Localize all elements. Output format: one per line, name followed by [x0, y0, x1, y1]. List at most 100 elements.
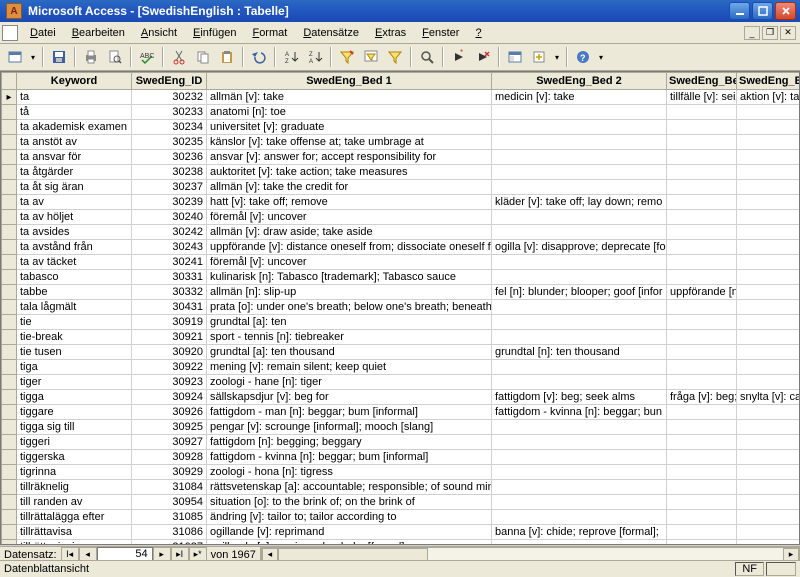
row-selector[interactable] — [2, 150, 17, 165]
cell-b4[interactable] — [737, 255, 800, 270]
row-selector[interactable] — [2, 315, 17, 330]
table-row[interactable]: ▸ta30232allmän [v]: takemedicin [v]: tak… — [2, 90, 800, 105]
cell-b3[interactable]: uppförande [n]: — [667, 285, 737, 300]
cell-b1[interactable]: ändring [v]: tailor to; tailor according… — [207, 510, 492, 525]
cell-b3[interactable] — [667, 495, 737, 510]
cell-b4[interactable] — [737, 180, 800, 195]
cell-kw[interactable]: ta ansvar för — [17, 150, 132, 165]
table-row[interactable]: tigga sig till30925pengar [v]: scrounge … — [2, 420, 800, 435]
minimize-button[interactable] — [729, 2, 750, 20]
cell-b4[interactable]: aktion [v]: take — [737, 90, 800, 105]
cell-id[interactable]: 30236 — [132, 150, 207, 165]
cell-b3[interactable] — [667, 120, 737, 135]
cell-b4[interactable] — [737, 285, 800, 300]
cell-b3[interactable] — [667, 195, 737, 210]
cell-kw[interactable]: tigga sig till — [17, 420, 132, 435]
cell-kw[interactable]: tabasco — [17, 270, 132, 285]
child-minimize-button[interactable]: _ — [744, 26, 760, 40]
cell-id[interactable]: 30332 — [132, 285, 207, 300]
cell-kw[interactable]: tie-break — [17, 330, 132, 345]
row-selector[interactable] — [2, 480, 17, 495]
cell-id[interactable]: 30232 — [132, 90, 207, 105]
cell-b2[interactable] — [492, 120, 667, 135]
row-selector[interactable] — [2, 465, 17, 480]
cell-id[interactable]: 30922 — [132, 360, 207, 375]
cell-id[interactable]: 30331 — [132, 270, 207, 285]
cell-b3[interactable] — [667, 435, 737, 450]
copy-button[interactable] — [192, 46, 214, 68]
row-selector[interactable] — [2, 375, 17, 390]
cell-b3[interactable] — [667, 525, 737, 540]
column-header[interactable]: SwedEng_Bed — [667, 73, 737, 90]
select-all-cell[interactable] — [2, 73, 17, 90]
table-row[interactable]: tiggeri30927fattigdom [n]: begging; begg… — [2, 435, 800, 450]
cell-b3[interactable] — [667, 105, 737, 120]
cell-kw[interactable]: tiggeri — [17, 435, 132, 450]
cell-kw[interactable]: ta anstöt av — [17, 135, 132, 150]
cut-button[interactable] — [168, 46, 190, 68]
cell-b4[interactable] — [737, 525, 800, 540]
new-record-button[interactable]: * — [448, 46, 470, 68]
cell-b3[interactable] — [667, 360, 737, 375]
cell-b4[interactable] — [737, 300, 800, 315]
table-row[interactable]: tabasco30331kulinarisk [n]: Tabasco [tra… — [2, 270, 800, 285]
save-button[interactable] — [48, 46, 70, 68]
cell-b3[interactable] — [667, 405, 737, 420]
cell-b3[interactable] — [667, 180, 737, 195]
cell-kw[interactable]: till randen av — [17, 495, 132, 510]
row-selector[interactable] — [2, 255, 17, 270]
paste-button[interactable] — [216, 46, 238, 68]
column-header[interactable]: SwedEng_Bed 1 — [207, 73, 492, 90]
table-row[interactable]: ta anstöt av30235känslor [v]: take offen… — [2, 135, 800, 150]
menu-datensätze[interactable]: Datensätze — [295, 25, 367, 41]
row-selector[interactable] — [2, 270, 17, 285]
cell-b4[interactable] — [737, 450, 800, 465]
cell-kw[interactable]: tigga — [17, 390, 132, 405]
table-row[interactable]: tie-break30921sport - tennis [n]: tiebre… — [2, 330, 800, 345]
row-selector[interactable]: ▸ — [2, 90, 17, 105]
filter-selection-button[interactable] — [336, 46, 358, 68]
cell-b1[interactable]: prata [o]: under one's breath; below one… — [207, 300, 492, 315]
cell-id[interactable]: 30919 — [132, 315, 207, 330]
cell-kw[interactable]: tie tusen — [17, 345, 132, 360]
cell-b2[interactable] — [492, 540, 667, 546]
table-row[interactable]: tala lågmält30431prata [o]: under one's … — [2, 300, 800, 315]
cell-b2[interactable]: kläder [v]: take off; lay down; remo — [492, 195, 667, 210]
table-row[interactable]: tillräknelig31084rättsvetenskap [a]: acc… — [2, 480, 800, 495]
table-row[interactable]: tiga30922mening [v]: remain silent; keep… — [2, 360, 800, 375]
cell-kw[interactable]: tillräknelig — [17, 480, 132, 495]
cell-kw[interactable]: tiga — [17, 360, 132, 375]
cell-b4[interactable] — [737, 330, 800, 345]
cell-b3[interactable] — [667, 330, 737, 345]
help-button[interactable]: ? — [572, 46, 594, 68]
new-object-button[interactable] — [528, 46, 550, 68]
cell-kw[interactable]: tillrättalägga efter — [17, 510, 132, 525]
cell-b2[interactable] — [492, 360, 667, 375]
view-button[interactable] — [4, 46, 26, 68]
cell-b2[interactable] — [492, 105, 667, 120]
table-row[interactable]: ta akademisk examen30234universitet [v]:… — [2, 120, 800, 135]
cell-b1[interactable]: zoologi - hona [n]: tigress — [207, 465, 492, 480]
cell-b1[interactable]: anatomi [n]: toe — [207, 105, 492, 120]
cell-b4[interactable] — [737, 315, 800, 330]
cell-b3[interactable] — [667, 240, 737, 255]
cell-id[interactable]: 30239 — [132, 195, 207, 210]
cell-id[interactable]: 30954 — [132, 495, 207, 510]
database-window-button[interactable] — [504, 46, 526, 68]
cell-id[interactable]: 30237 — [132, 180, 207, 195]
cell-kw[interactable]: ta åt sig äran — [17, 180, 132, 195]
cell-b3[interactable] — [667, 300, 737, 315]
row-selector[interactable] — [2, 300, 17, 315]
cell-id[interactable]: 30240 — [132, 210, 207, 225]
view-dropdown[interactable]: ▾ — [28, 53, 38, 62]
child-close-button[interactable]: ✕ — [780, 26, 796, 40]
row-selector[interactable] — [2, 105, 17, 120]
row-selector[interactable] — [2, 195, 17, 210]
cell-b4[interactable]: snylta [v]: cad — [737, 390, 800, 405]
cell-id[interactable]: 30926 — [132, 405, 207, 420]
row-selector[interactable] — [2, 240, 17, 255]
row-selector[interactable] — [2, 285, 17, 300]
table-row[interactable]: ta åt sig äran30237allmän [v]: take the … — [2, 180, 800, 195]
cell-kw[interactable]: tigrinna — [17, 465, 132, 480]
cell-b1[interactable]: ogillande [v]: reprimand — [207, 525, 492, 540]
